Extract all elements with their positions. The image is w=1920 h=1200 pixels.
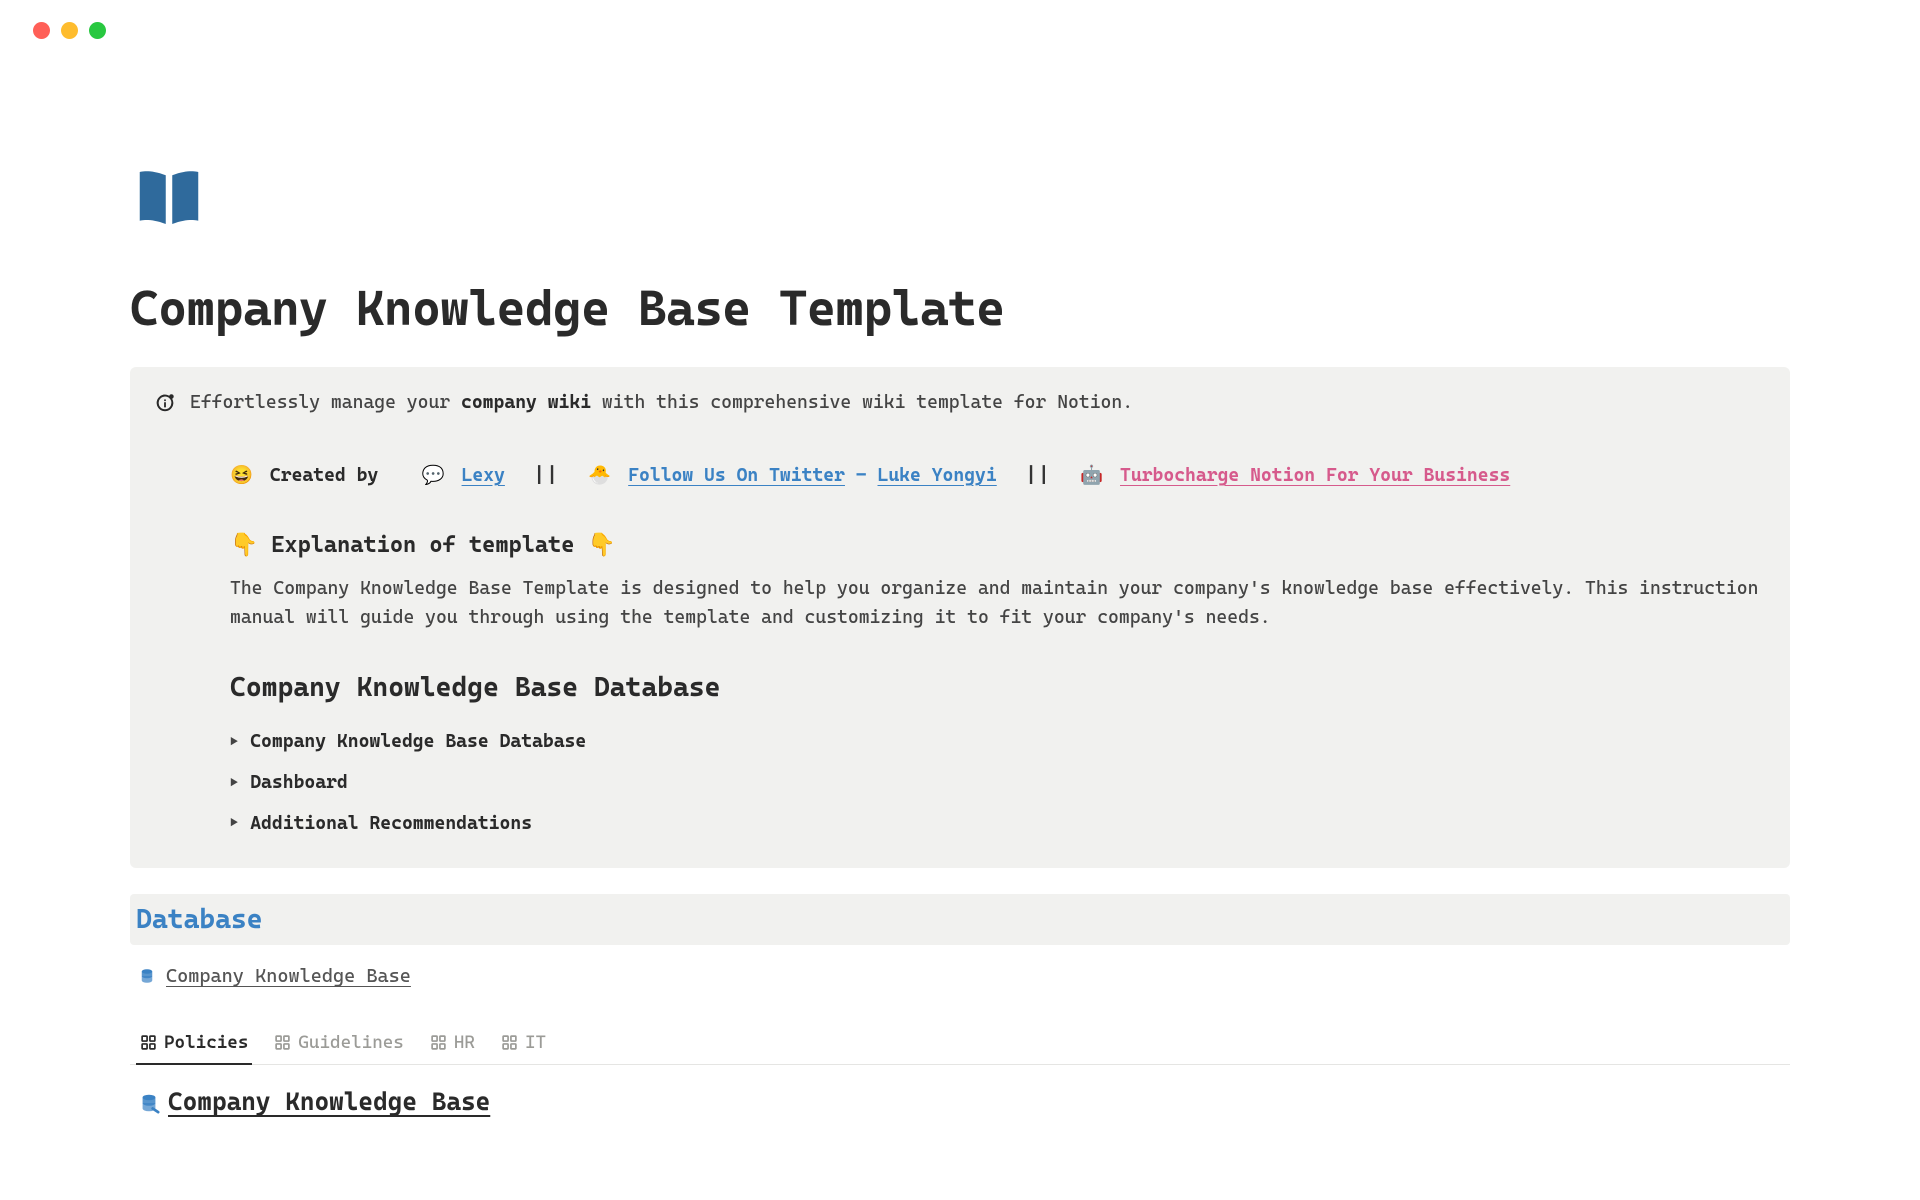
speech-bubble-icon: 💬: [422, 465, 445, 486]
tab-it[interactable]: IT: [499, 1023, 548, 1064]
link-lexy[interactable]: Lexy: [462, 465, 505, 486]
chick-icon: 🐣: [588, 465, 611, 486]
minimize-window-icon[interactable]: [61, 22, 78, 39]
explanation-body: The Company Knowledge Base Template is d…: [190, 575, 1766, 632]
window-traffic-lights: [0, 0, 1920, 39]
link-turbocharge[interactable]: Turbocharge Notion For Your Business: [1120, 465, 1510, 486]
tab-hr[interactable]: HR: [428, 1023, 477, 1064]
database-heading-block: Database: [130, 894, 1790, 945]
credits-line: 😆 Created by 💬 Lexy || 🐣 Follow Us On Tw…: [190, 462, 1766, 491]
page-title: Company Knowledge Base Template: [130, 281, 1790, 337]
tab-guidelines[interactable]: Guidelines: [272, 1023, 405, 1064]
board-group-title[interactable]: Company Knowledge Base: [130, 1087, 1790, 1116]
board-icon: [430, 1034, 447, 1051]
subheading-database: Company Knowledge Base Database: [190, 667, 1766, 709]
board-icon: [140, 1034, 157, 1051]
callout-intro: Effortlessly manage your company wiki wi…: [190, 389, 1766, 418]
chevron-right-icon: ▶: [230, 732, 238, 754]
chevron-right-icon: ▶: [230, 773, 238, 795]
board-icon: [274, 1034, 291, 1051]
page-icon-book[interactable]: [130, 159, 1790, 241]
callout-block: Effortlessly manage your company wiki wi…: [130, 367, 1790, 868]
board-icon: [501, 1034, 518, 1051]
point-down-icon: 👇: [588, 532, 616, 558]
linked-database-label[interactable]: Company Knowledge Base: [166, 965, 411, 987]
link-follow-twitter[interactable]: Follow Us On Twitter: [628, 465, 845, 486]
toggle-item[interactable]: ▶ Additional Recommendations: [230, 804, 1766, 845]
info-icon: [154, 391, 176, 413]
database-stack-icon: [138, 1091, 160, 1113]
view-tabs: Policies Guidelines HR: [130, 1023, 1790, 1065]
link-luke[interactable]: Luke Yongyi: [878, 465, 997, 486]
point-down-icon: 👇: [230, 532, 258, 558]
robot-icon: 🤖: [1080, 465, 1103, 486]
toggle-item[interactable]: ▶ Dashboard: [230, 763, 1766, 804]
maximize-window-icon[interactable]: [89, 22, 106, 39]
tab-policies[interactable]: Policies: [138, 1023, 250, 1064]
database-heading: Database: [136, 904, 1784, 935]
emoji-smile-icon: 😆: [230, 465, 253, 486]
toggle-list: ▶ Company Knowledge Base Database ▶ Dash…: [190, 722, 1766, 844]
linked-database-row[interactable]: Company Knowledge Base: [130, 959, 1790, 993]
database-stack-icon: [138, 967, 156, 985]
close-window-icon[interactable]: [33, 22, 50, 39]
chevron-right-icon: ▶: [230, 813, 238, 835]
toggle-item[interactable]: ▶ Company Knowledge Base Database: [230, 722, 1766, 763]
explanation-heading: 👇 Explanation of template 👇: [190, 528, 1766, 563]
